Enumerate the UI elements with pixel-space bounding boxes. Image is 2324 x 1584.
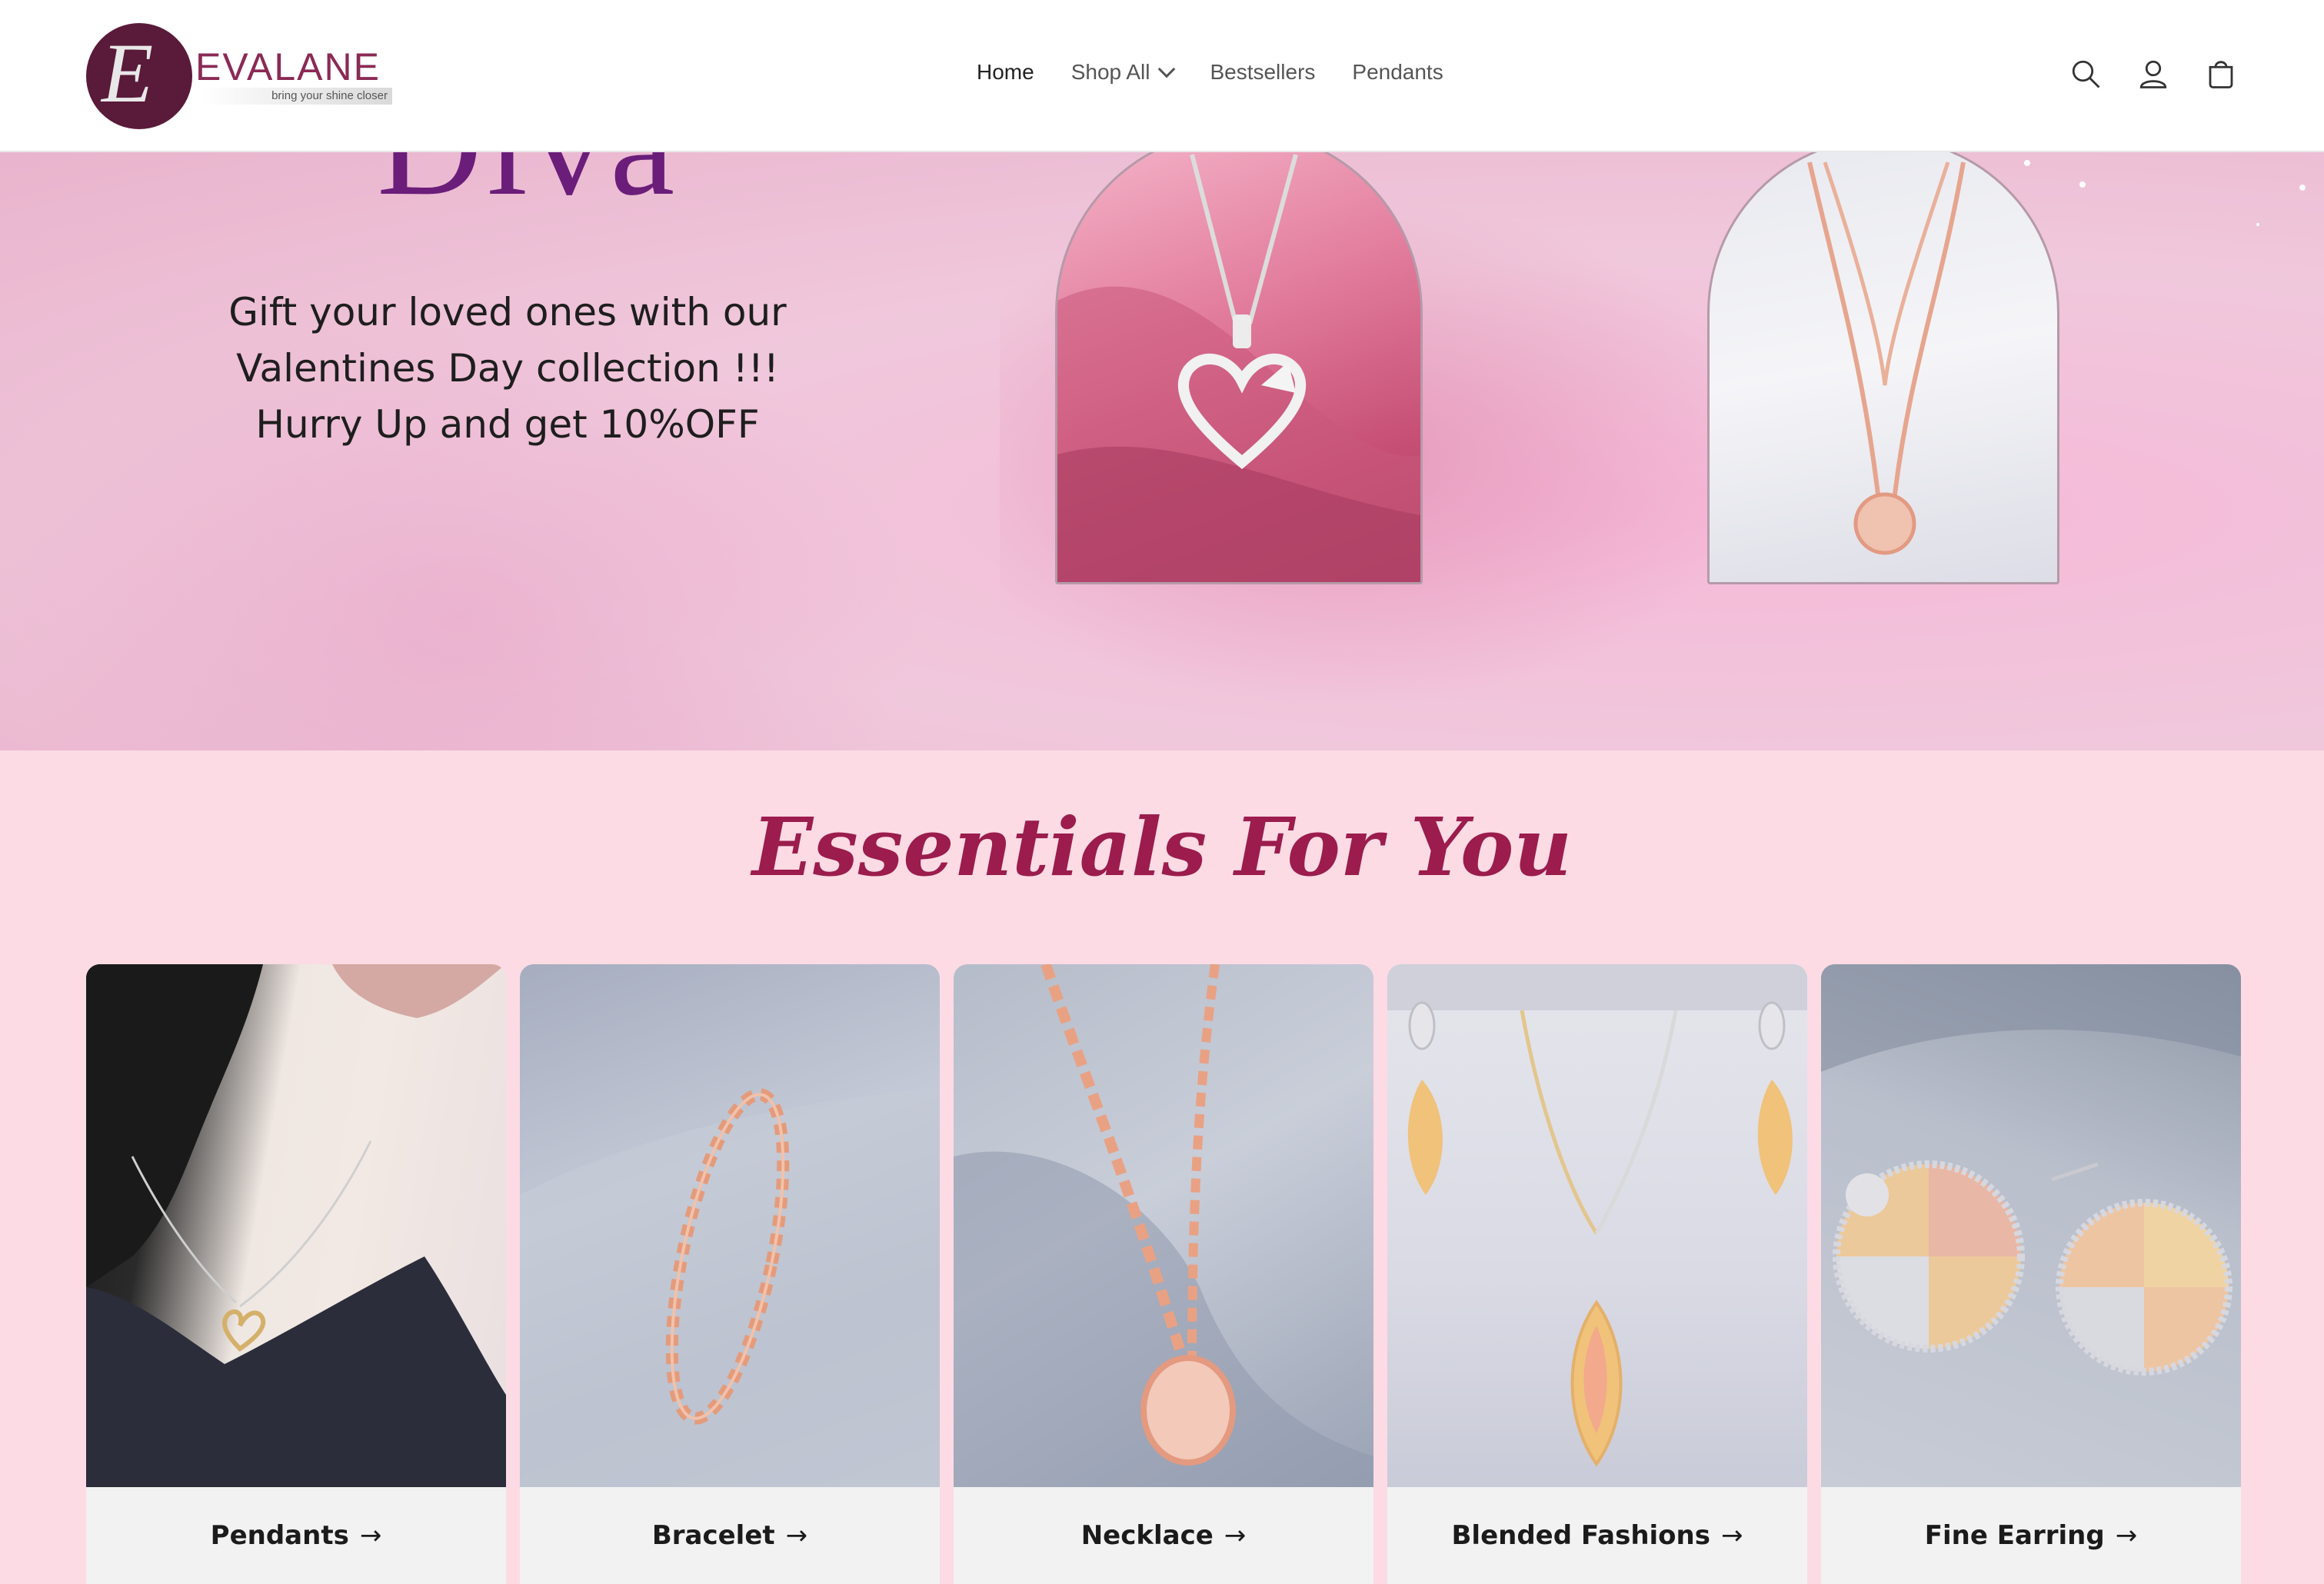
chevron-down-icon: [1158, 60, 1176, 78]
arrow-right-icon: →: [359, 1520, 382, 1551]
arrow-right-icon: →: [1224, 1520, 1247, 1551]
brand-name: EVALANE: [195, 45, 381, 88]
category-image-necklace: [954, 964, 1373, 1487]
cart-button[interactable]: [2202, 55, 2239, 92]
account-icon: [2139, 60, 2167, 88]
arrow-right-icon: →: [2115, 1520, 2138, 1551]
sparkle-decoration: [2256, 223, 2259, 226]
model-pendant-illustration: [86, 964, 506, 1487]
sparkle-decoration: [2024, 160, 2030, 166]
category-label: Blended Fashions: [1451, 1520, 1710, 1551]
category-label: Fine Earring: [1924, 1520, 2105, 1551]
account-button[interactable]: [2135, 55, 2172, 92]
arrow-right-icon: →: [785, 1520, 808, 1551]
category-link-bracelet[interactable]: Bracelet →: [520, 1487, 940, 1584]
banner-heart-pendant-image: [1055, 152, 1423, 584]
category-label: Pendants: [210, 1520, 349, 1551]
category-label: Necklace: [1080, 1520, 1214, 1551]
nav-shop-all[interactable]: Shop All: [1070, 60, 1176, 85]
logo-monogram: E: [102, 26, 154, 120]
banner-promo-text: Gift your loved ones with our Valentines…: [228, 290, 787, 447]
category-image-pendants: [86, 964, 506, 1487]
brand-logo[interactable]: E EVALANE bring your shine closer: [86, 23, 394, 131]
nav-shop-all-label: Shop All: [1070, 60, 1150, 84]
sparkle-decoration: [2079, 181, 2086, 188]
category-image-fine-earring: [1821, 964, 2241, 1487]
category-card-bracelet[interactable]: Bracelet →: [520, 964, 940, 1584]
category-card-fine-earring[interactable]: Fine Earring →: [1821, 964, 2241, 1584]
logo-emblem: E: [86, 23, 192, 129]
banner-coin-necklace-image: [1707, 152, 2059, 584]
nav-pendants-label: Pendants: [1352, 60, 1443, 84]
search-button[interactable]: [2067, 55, 2104, 92]
header-actions: [2036, 55, 2239, 92]
coin-necklace-illustration: [1807, 161, 1966, 555]
category-label: Bracelet: [651, 1520, 775, 1551]
banner-headline: Diva: [377, 152, 679, 229]
heart-pendant-illustration: [1057, 154, 1420, 582]
brand-tagline: bring your shine closer: [201, 88, 392, 105]
sparkle-decoration: [2299, 185, 2306, 191]
nav-home-label: Home: [977, 60, 1034, 84]
jewelry-set-illustration: [1387, 964, 1807, 1467]
nav-bestsellers-label: Bestsellers: [1210, 60, 1316, 84]
category-grid: Pendants → Bracelet → Necklace → Blended…: [86, 964, 2241, 1584]
cart-icon: [2209, 61, 2233, 88]
search-icon: [2072, 60, 2100, 88]
category-image-bracelet: [520, 964, 940, 1487]
category-card-pendants[interactable]: Pendants →: [86, 964, 506, 1584]
category-link-blended-fashions[interactable]: Blended Fashions →: [1387, 1487, 1807, 1584]
site-header: E EVALANE bring your shine closer Home S…: [0, 0, 2324, 152]
main-nav: Home Shop All Bestsellers Pendants: [977, 60, 1480, 85]
bracelet-illustration: [520, 1087, 940, 1487]
category-link-fine-earring[interactable]: Fine Earring →: [1821, 1487, 2241, 1584]
earrings-illustration: [1821, 964, 2241, 1376]
category-card-blended-fashions[interactable]: Blended Fashions →: [1387, 964, 1807, 1584]
necklace-illustration: [954, 964, 1373, 1487]
category-card-necklace[interactable]: Necklace →: [954, 964, 1373, 1584]
hero-banner[interactable]: Diva Gift your loved ones with our Valen…: [0, 152, 2324, 750]
essentials-title: Essentials For You: [751, 800, 1573, 894]
nav-bestsellers[interactable]: Bestsellers: [1210, 60, 1315, 85]
category-image-blended-fashions: [1387, 964, 1807, 1487]
arrow-right-icon: →: [1720, 1520, 1743, 1551]
nav-home[interactable]: Home: [977, 60, 1034, 85]
category-link-pendants[interactable]: Pendants →: [86, 1487, 506, 1584]
category-link-necklace[interactable]: Necklace →: [954, 1487, 1373, 1584]
nav-pendants[interactable]: Pendants: [1352, 60, 1443, 85]
